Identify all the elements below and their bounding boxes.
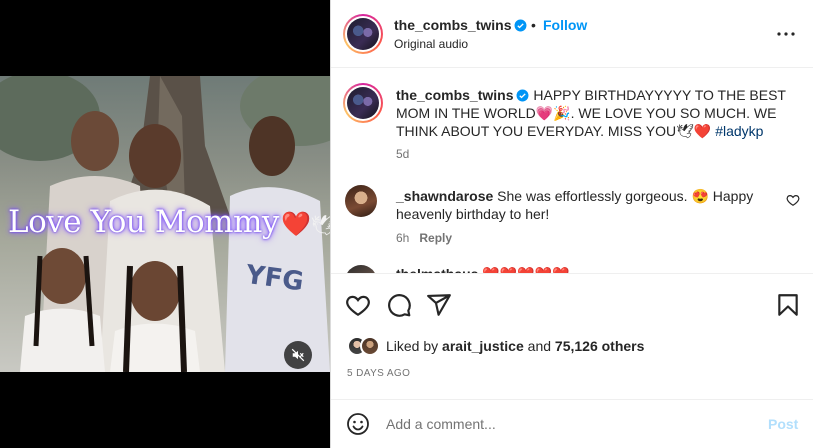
share-icon[interactable]	[426, 292, 452, 318]
like-comment-heart-icon[interactable]	[786, 193, 800, 207]
comments-section[interactable]: the_combs_twins HAPPY BIRTHDAYYYYY TO TH…	[331, 68, 813, 273]
comment-input[interactable]	[386, 413, 746, 435]
emoji-icon[interactable]	[346, 412, 370, 436]
author-username-text[interactable]: the_combs_twins	[394, 17, 511, 33]
comment: thelmathaus ❤️❤️❤️❤️❤️	[396, 266, 570, 273]
bookmark-icon[interactable]	[775, 292, 801, 318]
likes-summary[interactable]: Liked by arait_justice and 75,126 others	[347, 336, 644, 356]
dove-emoji: 🕊	[310, 213, 330, 237]
verified-badge-icon	[517, 89, 529, 102]
verified-badge-icon	[515, 19, 527, 32]
post-media[interactable]: YFG Love You Mommy❤️🕊	[0, 0, 330, 448]
add-comment-bar: Post	[331, 399, 813, 448]
commenter-avatar[interactable]	[345, 185, 377, 217]
audio-label[interactable]: Original audio	[394, 37, 468, 51]
mute-icon	[291, 348, 305, 362]
hashtag-link[interactable]: #ladykp	[715, 123, 763, 139]
comment: _shawndarose She was effortlessly gorgeo…	[396, 187, 791, 223]
and-label: and	[527, 338, 552, 354]
commenter-avatar[interactable]	[345, 265, 377, 273]
caption-avatar[interactable]	[343, 83, 383, 123]
comment-time[interactable]: 6h	[396, 231, 409, 245]
liker-username[interactable]: arait_justice	[442, 338, 524, 354]
likes-count[interactable]: 75,126 others	[555, 338, 645, 354]
post-header: the_combs_twins • Follow Original audio	[331, 0, 813, 68]
commenter-username[interactable]: thelmathaus	[396, 266, 478, 273]
heart-icon[interactable]	[345, 292, 371, 318]
separator-dot: •	[531, 17, 536, 33]
overlay-text: Love You Mommy	[8, 204, 279, 240]
author-username[interactable]: the_combs_twins	[394, 17, 527, 33]
more-options-icon[interactable]	[774, 24, 798, 44]
post-details-panel: the_combs_twins • Follow Original audio …	[330, 0, 813, 448]
heart-emoji: ❤️	[280, 210, 311, 238]
follow-button[interactable]: Follow	[543, 17, 587, 33]
post-photo[interactable]: YFG Love You Mommy❤️🕊	[0, 76, 330, 372]
caption-time[interactable]: 5d	[396, 147, 409, 161]
author-avatar[interactable]	[343, 14, 383, 54]
commenter-username[interactable]: _shawndarose	[396, 188, 493, 204]
post-date[interactable]: 5 DAYS AGO	[347, 368, 410, 379]
liked-by-label: Liked by	[386, 338, 439, 354]
post-comment-button[interactable]: Post	[768, 416, 798, 432]
comment-body: ❤️❤️❤️❤️❤️	[482, 266, 569, 273]
comment-icon[interactable]	[386, 292, 412, 318]
reply-button[interactable]: Reply	[419, 231, 452, 245]
post-actions: Liked by arait_justice and 75,126 others…	[331, 273, 813, 393]
caption-text: the_combs_twins HAPPY BIRTHDAYYYYY TO TH…	[396, 86, 796, 140]
mute-button[interactable]	[284, 341, 312, 369]
comment-meta: 6h Reply	[396, 231, 452, 245]
likes-text: Liked by arait_justice and 75,126 others	[386, 338, 644, 354]
liker-avatar[interactable]	[360, 336, 380, 356]
caption-username[interactable]: the_combs_twins	[396, 87, 513, 103]
photo-overlay-caption: Love You Mommy❤️🕊	[8, 204, 330, 240]
